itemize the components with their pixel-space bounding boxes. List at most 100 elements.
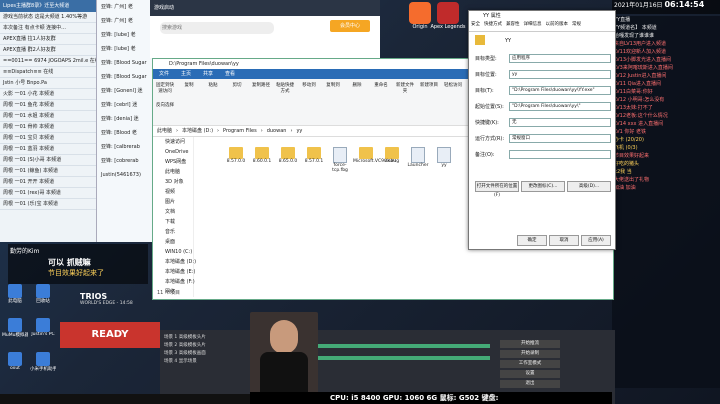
nav-item[interactable]: 下载	[153, 217, 193, 227]
user-item[interactable]: 亚锋: [denia] 迷	[97, 112, 159, 126]
ribbon-command[interactable]: 固定到快速访问	[155, 82, 175, 94]
ribbon-command[interactable]: 反向选择	[155, 102, 175, 114]
ribbon-tab[interactable]: 共享	[197, 71, 219, 77]
apex-desktop-icon[interactable]: Apex Legends	[428, 2, 468, 30]
ribbon-command[interactable]: 复制路径	[251, 82, 271, 94]
file-item[interactable]: 8.57.0.1	[301, 147, 327, 164]
file-item[interactable]: debug	[379, 147, 405, 164]
property-button[interactable]: 打开文件所在的位置(F)	[475, 181, 519, 198]
dialog-tab[interactable]: 详细信息	[522, 22, 544, 27]
property-field[interactable]: "D:\Program Files\duowan\yy\"	[509, 102, 611, 111]
dialog-tab[interactable]: 以前的版本	[544, 22, 571, 27]
file-item[interactable]: force-tcp.fbg	[327, 147, 353, 173]
user-item[interactable]: 亚锋: [cebrl] 迷	[97, 98, 159, 112]
property-label: 目标类型:	[475, 56, 497, 62]
breadcrumb-item[interactable]: Program Files	[219, 128, 261, 134]
property-field[interactable]: yy	[509, 70, 611, 79]
dialog-footer-button[interactable]: 应用(A)	[581, 235, 611, 246]
dialog-footer-button[interactable]: 确定	[517, 235, 547, 246]
breadcrumb-item[interactable]: 本地磁盘 (D:)	[178, 128, 217, 134]
user-item[interactable]: 亚锋: [cobrerab	[97, 154, 159, 168]
dialog-tab[interactable]: 常规	[570, 22, 583, 27]
ribbon-tab[interactable]: 主页	[175, 71, 197, 77]
obs-scene[interactable]: 场景 4 显示场景	[164, 358, 254, 366]
obs-control-button[interactable]: 开始录制	[500, 350, 560, 358]
desktop-shortcut[interactable]: oxut	[2, 352, 28, 371]
ribbon-command[interactable]: 新建文件夹	[395, 82, 415, 94]
dialog-tab[interactable]: 兼容性	[504, 22, 522, 27]
dialog-footer-button[interactable]: 取消	[549, 235, 579, 246]
file-item[interactable]: 8.60.0.1	[249, 147, 275, 164]
user-item[interactable]: 亚锋: [Blood 老	[97, 126, 159, 140]
breadcrumb-item[interactable]: duowan	[263, 128, 291, 134]
ribbon-command[interactable]: 复制到	[323, 82, 343, 94]
nav-item[interactable]: WPS网盘	[153, 157, 193, 167]
file-item[interactable]: Microsoft.VC90.CRT	[353, 147, 397, 164]
obs-scene[interactable]: 场景 2 高级模板头片	[164, 342, 254, 350]
ribbon-command[interactable]: 粘贴快捷方式	[275, 82, 295, 94]
ribbon-command[interactable]: 新建项目	[419, 82, 439, 94]
desktop-shortcut[interactable]: 小米手机助手	[30, 352, 56, 372]
nav-item[interactable]: 文档	[153, 207, 193, 217]
obs-control-button[interactable]: 设置	[500, 370, 560, 378]
nav-item[interactable]: 视频	[153, 187, 193, 197]
chat-message: YY直播	[614, 17, 631, 23]
file-item[interactable]: yy	[431, 147, 457, 168]
ribbon-tab[interactable]: 文件	[153, 71, 175, 77]
nav-item[interactable]: 本地磁盘 (D:)	[153, 257, 196, 267]
nav-item[interactable]: 音乐	[153, 227, 193, 237]
dialog-tab[interactable]: 快捷方式	[482, 22, 504, 27]
ribbon-command[interactable]: 重命名	[371, 82, 391, 94]
breadcrumb-item[interactable]: 此电脑	[153, 128, 176, 134]
obs-control-button[interactable]: 开始推流	[500, 340, 560, 348]
ribbon-tab[interactable]: 查看	[219, 71, 241, 77]
ribbon-command[interactable]: 剪切	[227, 82, 247, 94]
ribbon-command[interactable]: 粘贴	[203, 82, 223, 94]
ready-button[interactable]: READY	[60, 322, 160, 348]
desktop-shortcut[interactable]: MuMu模拟器	[2, 318, 28, 338]
property-button[interactable]: 高级(D)...	[567, 181, 611, 192]
property-field[interactable]: 无	[509, 118, 611, 127]
nav-item[interactable]: OneDrive	[153, 147, 193, 157]
property-field[interactable]: 应用程序	[509, 54, 611, 63]
file-item[interactable]: 8.65.0.0	[275, 147, 301, 164]
ribbon-command[interactable]: 轻松访问	[443, 82, 463, 94]
file-name: debug	[384, 159, 400, 164]
obs-control-button[interactable]: 工作室模式	[500, 360, 560, 368]
nav-item[interactable]: 此电脑	[153, 167, 193, 177]
user-item[interactable]: 亚锋: [Blood Sugar	[97, 70, 159, 84]
launcher-titlebar: 游戏启动	[150, 0, 380, 16]
user-item[interactable]: Justin(5461673)	[97, 168, 159, 182]
nav-item[interactable]: WIN10 (C:)	[153, 247, 193, 257]
nav-item[interactable]: 桌面	[153, 237, 193, 247]
ribbon-command[interactable]: 移动到	[299, 82, 319, 94]
user-item[interactable]: 亚锋: [Blood Sugar	[97, 56, 159, 70]
property-button[interactable]: 更改图标(C)...	[521, 181, 565, 192]
ribbon-command[interactable]: 复制	[179, 82, 199, 94]
nav-item[interactable]: 快速访问	[153, 137, 193, 147]
nav-item[interactable]: 本地磁盘 (E:)	[153, 267, 195, 277]
property-field[interactable]: "D:\Program Files\duowan\yy\YY.exe"	[509, 86, 611, 95]
nav-item[interactable]: 图片	[153, 197, 193, 207]
desktop-shortcut[interactable]: 回收站	[30, 284, 56, 304]
property-field[interactable]	[509, 150, 611, 159]
obs-control-button[interactable]: 退出	[500, 380, 560, 388]
property-field[interactable]: 常规窗口	[509, 134, 611, 143]
user-item[interactable]: 亚锋: [Gonenl] 迷	[97, 84, 159, 98]
shortcut-icon	[36, 352, 50, 366]
user-item[interactable]: 亚锋: [calbrerab	[97, 140, 159, 154]
dialog-tab[interactable]: 安全	[469, 22, 482, 27]
vip-button[interactable]: 会员中心	[330, 20, 370, 32]
file-name: Launcher	[407, 163, 429, 168]
ribbon-command[interactable]: 删除	[347, 82, 367, 94]
file-item[interactable]: 8.57.0.0	[223, 147, 249, 164]
breadcrumb-item[interactable]: yy	[292, 128, 306, 134]
nav-item[interactable]: 本地磁盘 (F:)	[153, 277, 195, 287]
file-item[interactable]: Launcher	[405, 147, 431, 168]
desktop-shortcut[interactable]: Justin's PC	[30, 318, 56, 337]
obs-scene[interactable]: 场景 1 高级模板头片	[164, 334, 254, 342]
search-input[interactable]	[160, 22, 274, 34]
nav-item[interactable]: 3D 对象	[153, 177, 193, 187]
desktop-shortcut[interactable]: 此电脑	[2, 284, 28, 304]
obs-scene[interactable]: 场景 3 高级模板画面	[164, 350, 254, 358]
